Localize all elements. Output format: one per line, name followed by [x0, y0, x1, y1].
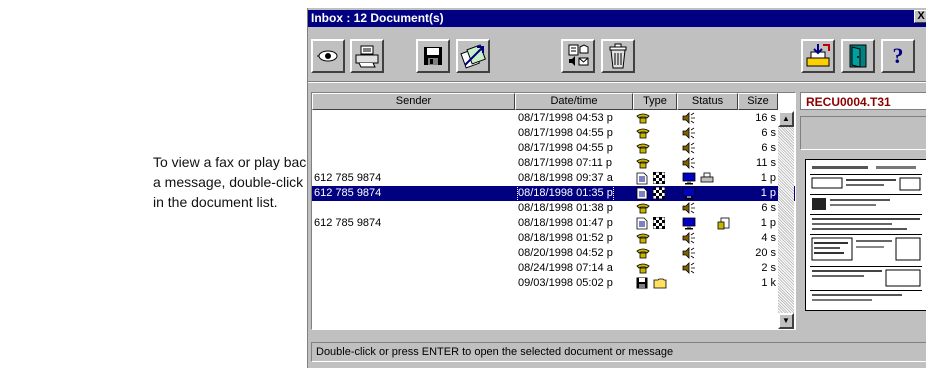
row-datetime: 08/17/1998 07:11 p — [518, 157, 612, 169]
toolbar-divider — [308, 81, 926, 83]
row-sender: 612 785 9874 — [314, 172, 382, 184]
row-datetime: 08/18/1998 09:37 a — [518, 172, 613, 184]
receive-icon — [806, 44, 830, 67]
row-size: 1 p — [760, 217, 776, 229]
row-datetime: 08/18/1998 01:35 p — [517, 185, 614, 202]
voice-fax-button[interactable] — [561, 39, 595, 73]
print-button[interactable] — [350, 39, 384, 73]
disk-type-icon — [636, 277, 648, 294]
table-row[interactable]: 612 785 9874 08/18/1998 09:37 a 1 p — [312, 171, 795, 186]
preview-filename: RECU0004.T31 — [800, 92, 926, 110]
row-size: 1 k — [761, 277, 776, 289]
save-button[interactable] — [416, 39, 450, 73]
folder-type-icon — [653, 277, 667, 294]
row-datetime: 08/18/1998 01:47 p — [518, 217, 613, 229]
table-row[interactable]: 08/17/1998 07:11 p 11 s — [312, 156, 795, 171]
row-datetime: 08/18/1998 01:38 p — [518, 202, 613, 214]
row-size: 1 p — [760, 187, 776, 199]
voice-fax-icon — [568, 44, 589, 66]
exit-button[interactable] — [841, 39, 875, 73]
preview-pane: RECU0004.T31 — [800, 92, 926, 328]
print-icon — [355, 45, 379, 68]
row-size: 6 s — [761, 142, 776, 154]
row-datetime: 08/17/1998 04:55 p — [518, 127, 613, 139]
table-row[interactable]: 08/18/1998 01:38 p 6 s — [312, 201, 795, 216]
status-bar: Double-click or press ENTER to open the … — [311, 342, 926, 362]
row-sender: 612 785 9874 — [314, 187, 382, 199]
help-button[interactable]: ? — [881, 39, 915, 73]
table-row[interactable]: 09/03/1998 05:02 p 1 k — [312, 276, 795, 291]
exit-icon — [849, 44, 867, 68]
row-datetime: 08/24/1998 07:14 a — [518, 262, 613, 274]
table-row[interactable]: 08/18/1998 01:52 p 4 s — [312, 231, 795, 246]
close-button[interactable]: X — [914, 10, 926, 23]
row-datetime: 08/17/1998 04:55 p — [518, 142, 613, 154]
column-header-datetime[interactable]: Date/time — [515, 93, 633, 110]
row-size: 2 s — [761, 262, 776, 274]
fax-page-image — [810, 166, 922, 301]
row-size: 4 s — [761, 232, 776, 244]
row-size: 20 s — [755, 247, 776, 259]
fax-thumbnail[interactable] — [805, 159, 926, 311]
row-datetime: 09/03/1998 05:02 p — [518, 277, 613, 289]
table-row[interactable]: 612 785 9874 08/18/1998 01:47 p 1 p — [312, 216, 795, 231]
column-header-status[interactable]: Status — [677, 93, 738, 110]
vertical-scrollbar[interactable]: ▲ ▼ — [778, 111, 794, 329]
trash-button[interactable] — [601, 39, 635, 73]
table-row[interactable]: 08/17/1998 04:53 p 16 s — [312, 111, 795, 126]
table-row[interactable]: 08/20/1998 04:52 p 20 s — [312, 246, 795, 261]
row-size: 11 s — [756, 157, 776, 169]
help-icon: ? — [892, 43, 904, 68]
view-icon — [317, 50, 338, 62]
table-row[interactable]: 08/24/1998 07:14 a 2 s — [312, 261, 795, 276]
row-size: 16 s — [755, 112, 776, 124]
table-row[interactable]: 08/17/1998 04:55 p 6 s — [312, 141, 795, 156]
window-title: Inbox : 12 Document(s) — [311, 11, 444, 25]
table-row[interactable]: 08/17/1998 04:55 p 6 s — [312, 126, 795, 141]
document-list[interactable]: Sender Date/time Type Status Size 08/17/… — [311, 92, 796, 330]
forward-icon — [460, 44, 486, 69]
inbox-window: Inbox : 12 Document(s) X ? Sender Date/t… — [307, 8, 926, 368]
row-datetime: 08/17/1998 04:53 p — [518, 112, 613, 124]
row-size: 6 s — [761, 127, 776, 139]
column-header-size[interactable]: Size — [738, 93, 778, 110]
save-icon — [424, 47, 442, 65]
table-row[interactable]: 612 785 9874 08/18/1998 01:35 p 1 p — [312, 185, 795, 202]
preview-info-box — [800, 116, 926, 150]
trash-icon — [609, 43, 627, 69]
view-button[interactable] — [311, 39, 345, 73]
row-size: 6 s — [761, 202, 776, 214]
scroll-up-button[interactable]: ▲ — [778, 111, 794, 127]
column-header-type[interactable]: Type — [633, 93, 677, 110]
window-titlebar[interactable]: Inbox : 12 Document(s) — [308, 10, 926, 27]
forward-button[interactable] — [456, 39, 490, 73]
row-datetime: 08/20/1998 04:52 p — [518, 247, 613, 259]
row-datetime: 08/18/1998 01:52 p — [518, 232, 613, 244]
scroll-down-button[interactable]: ▼ — [778, 313, 794, 329]
receive-button[interactable] — [801, 39, 835, 73]
row-size: 1 p — [760, 172, 776, 184]
column-header-sender[interactable]: Sender — [312, 93, 515, 110]
row-sender: 612 785 9874 — [314, 217, 382, 229]
